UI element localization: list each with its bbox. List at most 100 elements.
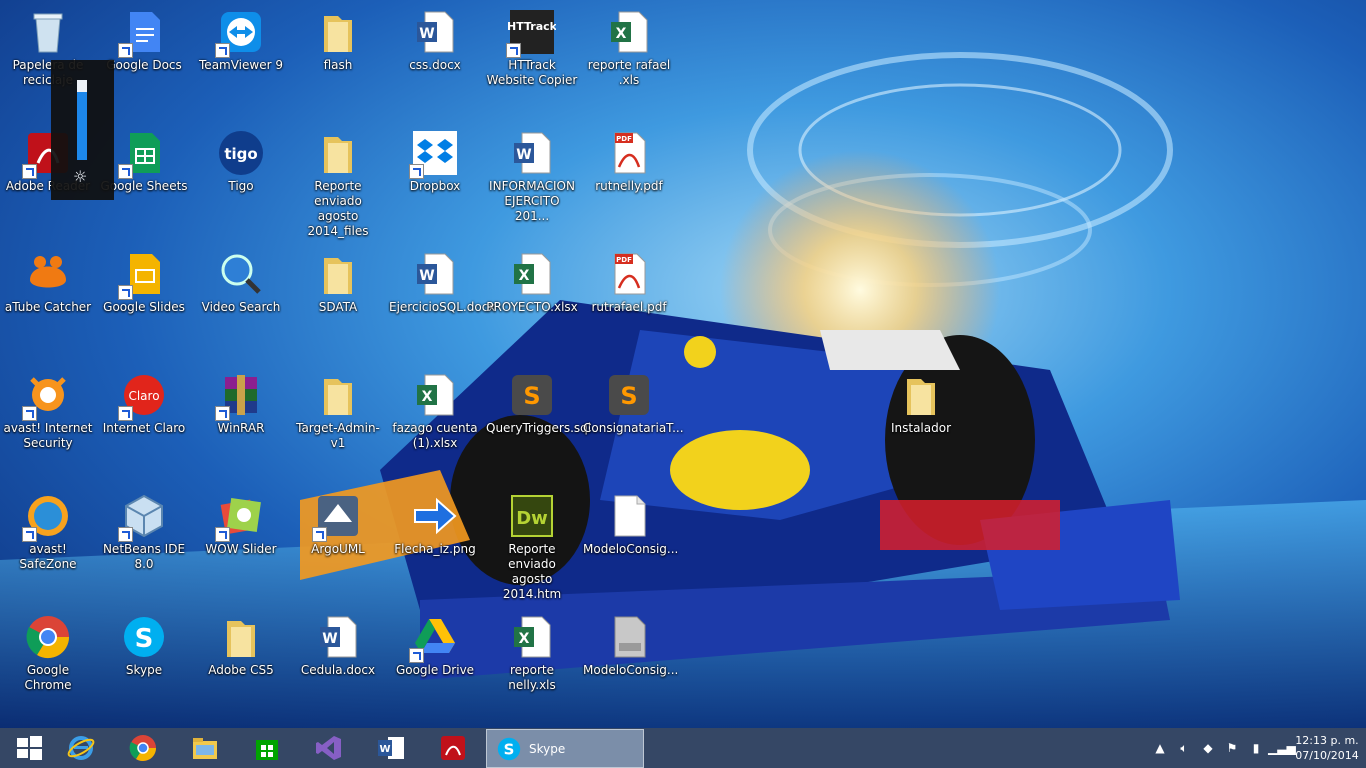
sublime-text-icon: S <box>605 371 653 419</box>
desktop-icon-winrar[interactable]: WinRAR <box>193 363 289 481</box>
svg-text:W: W <box>322 631 337 647</box>
svg-text:W: W <box>516 147 531 163</box>
battery-icon[interactable]: ▮ <box>1244 741 1268 755</box>
icon-label: WOW Slider <box>205 542 277 556</box>
icon-label: avast! SafeZone <box>19 542 77 571</box>
desktop-icon-teamviewer[interactable]: TeamViewer 9 <box>193 0 289 118</box>
svg-text:X: X <box>519 268 530 284</box>
desktop-icon-informacion[interactable]: W INFORMACION EJERCITO 201... <box>484 121 580 239</box>
adobe-reader-icon <box>441 736 465 760</box>
desktop-icon-google-drive[interactable]: Google Drive <box>387 605 483 723</box>
icon-label: WinRAR <box>217 421 265 435</box>
brightness-slider-flyout[interactable]: ☼ <box>51 60 114 200</box>
icon-label: SDATA <box>318 300 358 314</box>
svg-text:S: S <box>135 624 154 654</box>
folder-icon <box>314 371 362 419</box>
taskbar-skype-window[interactable]: S Skype <box>486 729 644 768</box>
desktop-icon-adobe-cs5[interactable]: Adobe CS5 <box>193 605 289 723</box>
taskbar-store[interactable] <box>238 728 296 768</box>
desktop-icon-reporte-rafael[interactable]: X reporte rafael .xls <box>581 0 677 118</box>
taskbar-chrome[interactable] <box>114 728 172 768</box>
folder-icon <box>217 613 265 661</box>
volume-icon[interactable]: 🔈︎ <box>1172 741 1196 756</box>
show-hidden-icons-chevron-up-icon[interactable]: ▲ <box>1148 741 1172 755</box>
desktop-icon-ejercicio-sql[interactable]: W EjercicioSQL.docx <box>387 242 496 360</box>
start-button[interactable] <box>0 728 58 768</box>
taskbar-file-explorer[interactable] <box>176 728 234 768</box>
shortcut-arrow-icon <box>409 164 424 179</box>
netbeans-icon <box>118 492 168 542</box>
svg-text:tigo: tigo <box>224 145 257 163</box>
icon-label: Target-Admin-v1 <box>296 421 380 450</box>
shortcut-arrow-icon <box>312 527 327 542</box>
desktop-icon-google-slides[interactable]: Google Slides <box>96 242 192 360</box>
icon-label: rutnelly.pdf <box>595 179 663 193</box>
atube-catcher-icon <box>24 250 72 298</box>
desktop-icon-reporte-htm[interactable]: Dw Reporte enviado agosto 2014.htm <box>484 484 580 602</box>
svg-text:W: W <box>419 26 434 42</box>
svg-text:W: W <box>419 268 434 284</box>
action-center-flag-icon[interactable]: ⚑ <box>1220 741 1244 755</box>
desktop-icon-reporte-nelly[interactable]: X reporte nelly.xls <box>484 605 580 723</box>
taskbar-adobe-reader[interactable] <box>424 728 482 768</box>
desktop-icon-modelo-consig-2[interactable]: ModeloConsig... <box>581 605 678 723</box>
taskbar-internet-explorer[interactable] <box>52 728 110 768</box>
avast-safezone-icon <box>22 492 72 542</box>
desktop-icon-reporte-files[interactable]: Reporte enviado agosto 2014_files <box>290 121 386 239</box>
icon-label: avast! Internet Security <box>3 421 93 450</box>
shortcut-arrow-icon <box>118 43 133 58</box>
desktop-icon-netbeans[interactable]: NetBeans IDE 8.0 <box>96 484 192 602</box>
desktop-icon-consignataria[interactable]: S ConsignatariaT... <box>581 363 684 481</box>
excel-document-icon: X <box>605 8 653 56</box>
taskbar-visual-studio[interactable] <box>300 728 358 768</box>
desktop-icon-argouml[interactable]: ArgoUML <box>290 484 386 602</box>
icon-label: EjercicioSQL.docx <box>389 300 496 314</box>
shortcut-arrow-icon <box>215 406 230 421</box>
svg-text:HTTrack: HTTrack <box>508 20 556 33</box>
desktop-icon-cedula[interactable]: W Cedula.docx <box>290 605 386 723</box>
desktop-icon-atube-catcher[interactable]: aTube Catcher <box>0 242 96 360</box>
desktop-icon-flecha[interactable]: Flecha_iz.png <box>387 484 483 602</box>
dropbox-tray-icon[interactable]: ◆ <box>1196 741 1220 755</box>
desktop-icon-tigo[interactable]: tigo Tigo <box>193 121 289 239</box>
excel-document-icon: X <box>508 250 556 298</box>
clock[interactable]: 12:13 p. m. 07/10/2014 <box>1292 733 1362 763</box>
tigo-icon: tigo <box>217 129 265 177</box>
brightness-slider[interactable] <box>77 80 87 160</box>
desktop-icon-modelo-consig-1[interactable]: ModeloConsig... <box>581 484 678 602</box>
taskbar-word[interactable]: W <box>362 728 420 768</box>
desktop-icon-css-docx[interactable]: W css.docx <box>387 0 483 118</box>
desktop-icon-proyecto[interactable]: X PROYECTO.xlsx <box>484 242 580 360</box>
visual-studio-icon <box>316 736 341 760</box>
desktop-icon-sdata[interactable]: SDATA <box>290 242 386 360</box>
desktop-icon-google-chrome[interactable]: Google Chrome <box>0 605 96 723</box>
desktop-icon-avast-safezone[interactable]: avast! SafeZone <box>0 484 96 602</box>
icon-label: INFORMACION EJERCITO 201... <box>489 179 575 223</box>
desktop-icon-fazago[interactable]: X fazago cuenta (1).xlsx <box>387 363 483 481</box>
clock-time: 12:13 p. m. <box>1295 734 1359 747</box>
desktop-icon-avast[interactable]: avast! Internet Security <box>0 363 96 481</box>
desktop-icon-rutnelly[interactable]: PDF rutnelly.pdf <box>581 121 677 239</box>
chrome-icon <box>129 735 157 762</box>
network-signal-icon[interactable]: ▁▃▅ <box>1268 741 1296 755</box>
svg-text:PDF: PDF <box>616 135 632 143</box>
sublime-text-icon: S <box>508 371 556 419</box>
shortcut-arrow-icon <box>118 164 133 179</box>
desktop-icon-query-triggers[interactable]: S QueryTriggers.sql <box>484 363 591 481</box>
desktop-icon-skype[interactable]: S Skype <box>96 605 192 723</box>
desktop-icon-wow-slider[interactable]: WOW Slider <box>193 484 289 602</box>
folder-icon <box>314 129 362 177</box>
icon-label: Internet Claro <box>102 421 186 435</box>
desktop-icon-internet-claro[interactable]: Claro Internet Claro <box>96 363 192 481</box>
desktop-icon-target-admin[interactable]: Target-Admin-v1 <box>290 363 386 481</box>
blank-file-icon <box>605 492 653 540</box>
desktop-icon-instalador[interactable]: Instalador <box>873 363 969 481</box>
desktop-icon-video-search[interactable]: Video Search <box>193 242 289 360</box>
desktop-icon-dropbox[interactable]: Dropbox <box>387 121 483 239</box>
folder-icon <box>897 371 945 419</box>
desktop-icon-httrack[interactable]: HTTrack HTTrack Website Copier <box>484 0 580 118</box>
desktop-icon-flash[interactable]: flash <box>290 0 386 118</box>
desktop-icon-rutrafael[interactable]: PDF rutrafael.pdf <box>581 242 677 360</box>
brightness-sun-icon: ☼ <box>73 167 88 186</box>
word-document-icon: W <box>314 613 362 661</box>
